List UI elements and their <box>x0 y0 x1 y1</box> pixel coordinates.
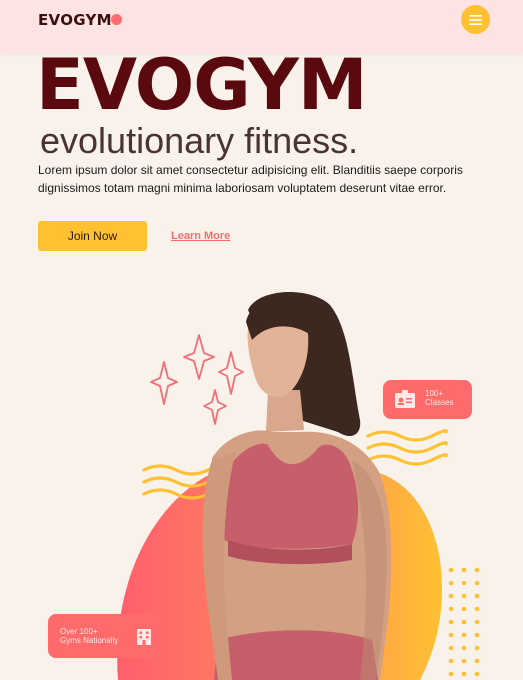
gyms-badge-label: Gyms Nationally <box>60 636 119 645</box>
brand-logo-dot <box>111 14 122 25</box>
gyms-badge-count: Over 100+ <box>60 627 98 636</box>
classes-badge-count: 100+ <box>425 389 444 398</box>
id-card-icon <box>395 390 415 408</box>
classes-badge: 100+ Classes <box>383 380 472 419</box>
hero-model-image <box>202 292 392 680</box>
brand-logo[interactable]: EVOGYM <box>38 11 112 29</box>
classes-badge-label: Classes <box>425 398 454 407</box>
building-icon <box>137 629 151 645</box>
gyms-badge: Over 100+ Gyms Nationally <box>48 614 164 658</box>
menu-toggle-button[interactable] <box>461 5 490 34</box>
hamburger-menu-icon <box>469 14 482 25</box>
top-navbar: EVOGYM <box>0 0 523 53</box>
